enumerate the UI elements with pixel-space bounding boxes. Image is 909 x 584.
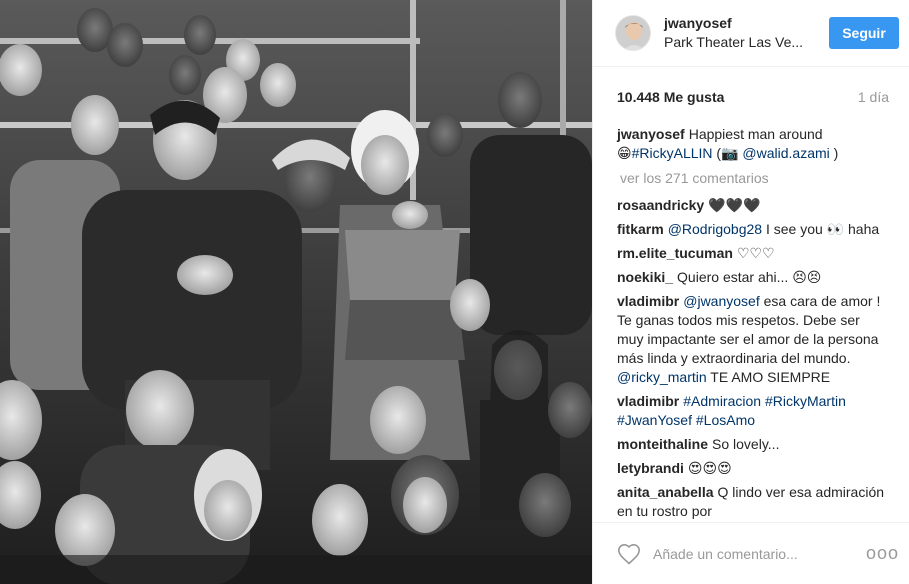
caption-username[interactable]: jwanyosef (617, 126, 685, 142)
header-text: jwanyosef Park Theater Las Ve... (664, 14, 829, 52)
comment-username[interactable]: noekiki_ (617, 269, 673, 285)
follow-button[interactable]: Seguir (829, 17, 899, 49)
comment-row: anita_anabella Q lindo ver esa admiración… (617, 483, 889, 521)
post-view: jwanyosef Park Theater Las Ve... Seguir … (0, 0, 909, 584)
comments-list: jwanyosef Happiest man around 😁#RickyALLIN… (593, 119, 909, 522)
comment-row: monteithaline So lovely... (617, 435, 889, 454)
comment-link[interactable]: @jwanyosef (683, 293, 759, 309)
post-age[interactable]: 1 día (858, 89, 889, 119)
comment-username[interactable]: fitkarm (617, 221, 664, 237)
comment-username[interactable]: monteithaline (617, 436, 708, 452)
comment-username[interactable]: vladimibr (617, 293, 679, 309)
crowd-photo-image (0, 0, 592, 584)
avatar[interactable] (615, 15, 651, 51)
post-meta: 10.448 Me gusta 1 día (593, 67, 909, 119)
add-comment-input[interactable] (653, 545, 866, 562)
comment-row: rm.elite_tucuman ♡♡♡ (617, 244, 889, 263)
comment-row: noekiki_ Quiero estar ahi... 😣😣 (617, 268, 889, 287)
caption-text: Happiest man around (688, 126, 823, 142)
header-username[interactable]: jwanyosef (664, 14, 829, 33)
caption-emoji: 😁 (617, 145, 632, 161)
post-photo[interactable] (0, 0, 592, 584)
comment-row: vladimibr @jwanyosef esa cara de amor ! T… (617, 292, 889, 387)
comment-text: So lovely... (712, 436, 780, 452)
comment-row: letybrandi 😍😍😍 (617, 459, 889, 478)
comment-text: ♡♡♡ (736, 245, 775, 261)
comment-username[interactable]: rm.elite_tucuman (617, 245, 733, 261)
post-header: jwanyosef Park Theater Las Ve... Seguir (593, 0, 909, 67)
comment-username[interactable]: anita_anabella (617, 484, 714, 500)
comment-rows: rosaandricky 🖤🖤🖤 fitkarm @Rodrigobg28 I see… (617, 196, 889, 521)
comment-row: rosaandricky 🖤🖤🖤 (617, 196, 889, 215)
camera-emoji: 📷 (721, 145, 739, 161)
comment-username[interactable]: rosaandricky (617, 197, 704, 213)
caption: jwanyosef Happiest man around 😁#RickyALLIN… (617, 125, 889, 163)
comment-text: Quiero estar ahi... 😣😣 (677, 269, 822, 285)
comment-composer: ooo (593, 522, 909, 584)
view-all-comments-link[interactable]: ver los 271 comentarios (620, 169, 889, 188)
comment-text: 😍😍😍 (687, 460, 732, 476)
comment-username[interactable]: letybrandi (617, 460, 684, 476)
comment-text: 🖤🖤🖤 (708, 197, 761, 213)
comment-row: fitkarm @Rodrigobg28 I see you 👀 haha (617, 220, 889, 239)
avatar-image (616, 16, 650, 50)
caption-text-2: ( (712, 145, 722, 161)
caption-mention[interactable]: @walid.azami (742, 145, 829, 161)
likes-count[interactable]: 10.448 Me gusta (617, 89, 724, 119)
comment-username[interactable]: vladimibr (617, 393, 679, 409)
comment-text: TE AMO SIEMPRE (706, 369, 831, 385)
caption-text-3: ) (829, 145, 839, 161)
more-options-icon[interactable]: ooo (866, 543, 899, 564)
heart-icon[interactable] (617, 543, 641, 565)
post-sidebar: jwanyosef Park Theater Las Ve... Seguir … (592, 0, 909, 584)
comment-text: I see you 👀 haha (762, 221, 880, 237)
caption-hashtag[interactable]: #RickyALLIN (632, 145, 713, 161)
header-location[interactable]: Park Theater Las Ve... (664, 33, 829, 52)
comment-row: vladimibr #Admiracion #RickyMartin #JwanY… (617, 392, 889, 430)
comment-link[interactable]: @ricky_martin (617, 369, 707, 385)
comment-link[interactable]: @Rodrigobg28 (668, 221, 762, 237)
